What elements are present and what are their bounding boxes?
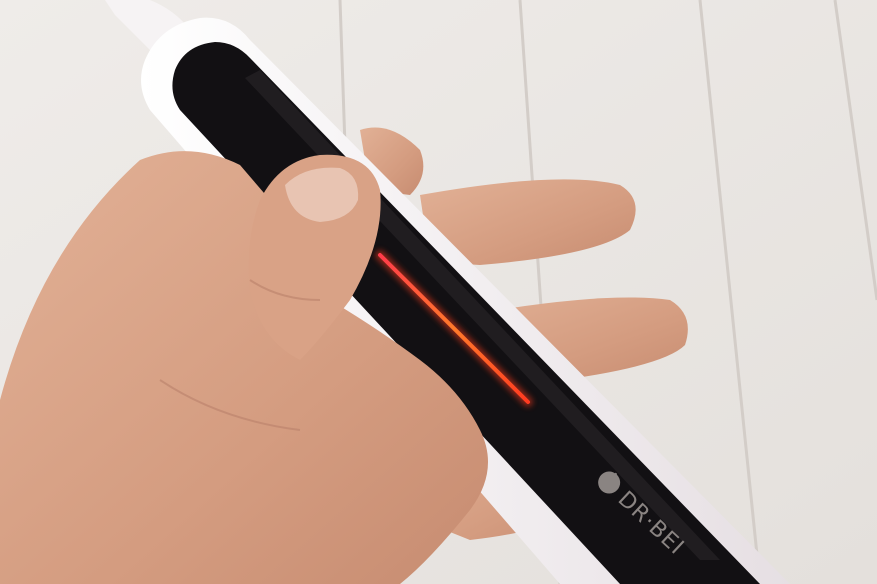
photo-canvas: b DR·BEI (0, 0, 877, 584)
photo-scene: b DR·BEI (0, 0, 877, 584)
